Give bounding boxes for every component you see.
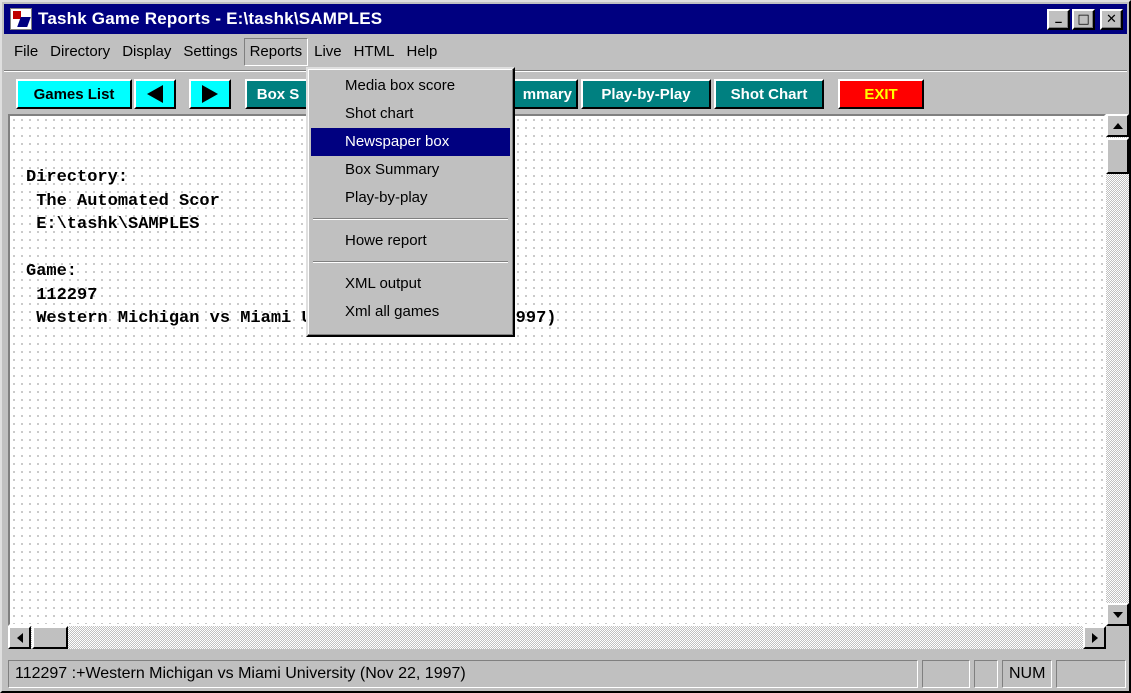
app-window: Tashk Game Reports - E:\tashk\SAMPLES _ … — [0, 0, 1131, 693]
scroll-right-button[interactable] — [1083, 626, 1106, 649]
caption-buttons: _ □ ✕ — [1047, 9, 1123, 30]
minimize-button[interactable]: _ — [1047, 9, 1070, 30]
next-game-button[interactable] — [189, 79, 231, 109]
menu-item-play-by-play[interactable]: Play-by-play — [311, 184, 510, 212]
menu-separator — [311, 255, 510, 270]
box-score-button[interactable]: Box S — [245, 79, 311, 109]
status-bar: 112297 :+Western Michigan vs Miami Unive… — [4, 654, 1127, 690]
arrow-left-small-icon — [16, 632, 23, 643]
reports-dropdown-menu: Media box score Shot chart Newspaper box… — [306, 67, 515, 337]
scroll-left-button[interactable] — [8, 626, 31, 649]
close-icon: ✕ — [1106, 12, 1117, 27]
menu-item-box-summary[interactable]: Box Summary — [311, 156, 510, 184]
scroll-up-button[interactable] — [1106, 114, 1129, 137]
status-panel-blank-2 — [974, 660, 998, 688]
menu-settings[interactable]: Settings — [177, 38, 243, 66]
report-text-area[interactable]: Directory: The Automated Scor E:\tashk\S… — [8, 114, 1106, 626]
menu-file[interactable]: File — [8, 38, 44, 66]
menu-separator — [311, 212, 510, 227]
exit-button[interactable]: EXIT — [838, 79, 924, 109]
box-summary-button[interactable]: mmary — [510, 79, 578, 109]
arrow-down-icon — [1112, 611, 1123, 618]
arrow-up-icon — [1112, 122, 1123, 129]
close-button[interactable]: ✕ — [1100, 9, 1123, 30]
maximize-icon: □ — [1077, 12, 1090, 27]
status-panel-blank-3 — [1056, 660, 1126, 688]
title-bar[interactable]: Tashk Game Reports - E:\tashk\SAMPLES _ … — [4, 4, 1127, 34]
menu-item-shot-chart[interactable]: Shot chart — [311, 100, 510, 128]
scroll-down-button[interactable] — [1106, 603, 1129, 626]
toolbar: Games List Box S mmary Play-by-Play Shot… — [4, 70, 1127, 112]
status-message: 112297 :+Western Michigan vs Miami Unive… — [8, 660, 918, 688]
menu-display[interactable]: Display — [116, 38, 177, 66]
maximize-button[interactable]: □ — [1072, 9, 1095, 30]
status-panel-blank-1 — [922, 660, 970, 688]
menu-item-newspaper-box[interactable]: Newspaper box — [311, 128, 510, 156]
play-by-play-button[interactable]: Play-by-Play — [581, 79, 711, 109]
status-num-indicator: NUM — [1002, 660, 1052, 688]
app-icon[interactable] — [10, 8, 32, 30]
menu-item-howe-report[interactable]: Howe report — [311, 227, 510, 255]
menu-item-xml-output[interactable]: XML output — [311, 270, 510, 298]
menu-item-xml-all-games[interactable]: Xml all games — [311, 298, 510, 326]
shot-chart-button[interactable]: Shot Chart — [714, 79, 824, 109]
previous-game-button[interactable] — [134, 79, 176, 109]
menu-bar: File Directory Display Settings Reports … — [4, 36, 1127, 68]
menu-reports[interactable]: Reports — [243, 38, 309, 66]
window-title: Tashk Game Reports - E:\tashk\SAMPLES — [38, 9, 383, 28]
menu-directory[interactable]: Directory — [44, 38, 116, 66]
minimize-icon: _ — [1055, 9, 1062, 24]
menu-html[interactable]: HTML — [348, 38, 401, 66]
menu-item-media-box-score[interactable]: Media box score — [311, 72, 510, 100]
menu-live[interactable]: Live — [308, 38, 348, 66]
games-list-button[interactable]: Games List — [16, 79, 132, 109]
horizontal-scroll-thumb[interactable] — [32, 626, 68, 649]
scrollbar-corner — [1106, 626, 1129, 649]
arrow-right-small-icon — [1091, 632, 1098, 643]
arrow-right-icon — [202, 85, 218, 103]
horizontal-scrollbar[interactable] — [8, 626, 1106, 649]
arrow-left-icon — [147, 85, 163, 103]
vertical-scroll-thumb[interactable] — [1106, 138, 1129, 174]
menu-help[interactable]: Help — [400, 38, 443, 66]
vertical-scrollbar[interactable] — [1106, 114, 1129, 626]
